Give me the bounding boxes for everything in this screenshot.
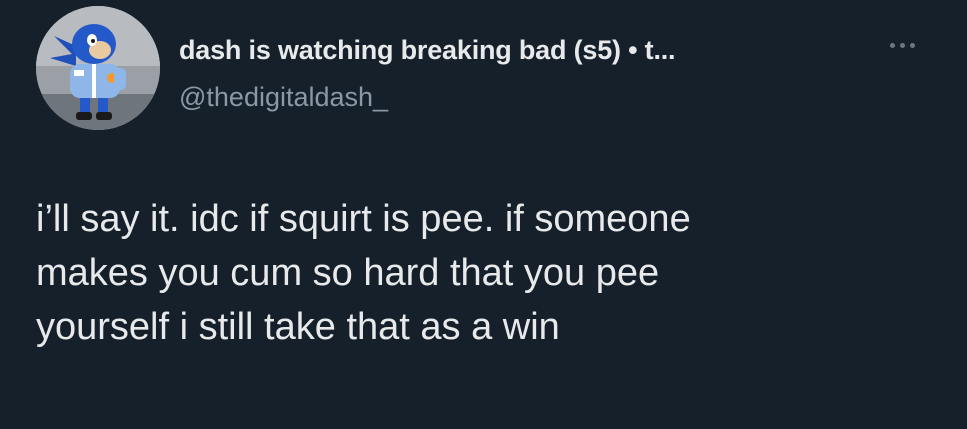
ellipsis-icon bbox=[889, 42, 895, 48]
tweet-text-line: yourself i still take that as a win bbox=[36, 306, 560, 348]
sonic-avatar-icon bbox=[36, 6, 160, 130]
tweet-card: dash is watching breaking bad (s5) • t..… bbox=[0, 0, 967, 429]
author-handle[interactable]: @thedigitaldash_ bbox=[179, 82, 388, 113]
ellipsis-icon bbox=[899, 42, 905, 48]
tweet-text: i’ll say it. idc if squirt is pee. if so… bbox=[36, 192, 951, 354]
tweet-text-line: makes you cum so hard that you pee bbox=[36, 252, 660, 294]
more-options-button[interactable] bbox=[880, 30, 924, 60]
ellipsis-icon bbox=[909, 42, 915, 48]
author-display-name[interactable]: dash is watching breaking bad (s5) • t..… bbox=[179, 35, 676, 66]
avatar[interactable] bbox=[36, 6, 160, 130]
tweet-text-line: i’ll say it. idc if squirt is pee. if so… bbox=[36, 198, 691, 240]
